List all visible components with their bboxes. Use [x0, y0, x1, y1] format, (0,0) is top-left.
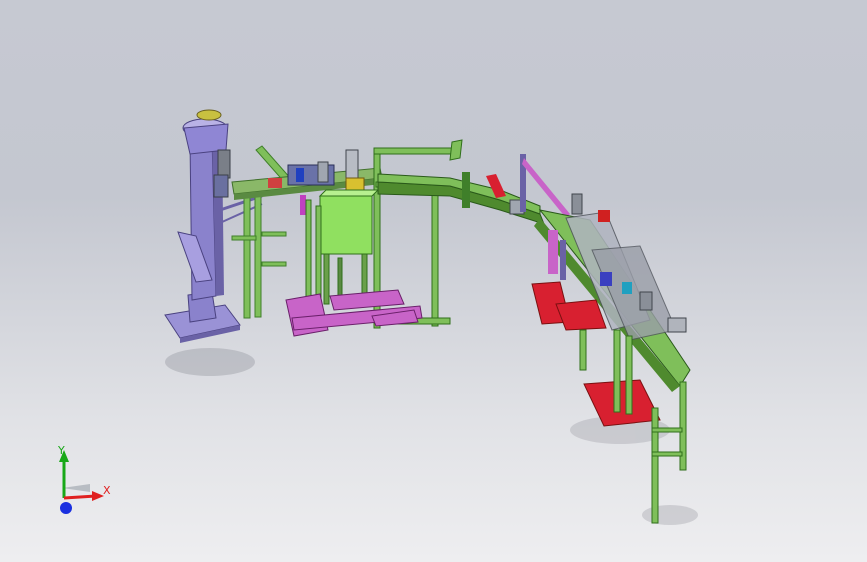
base-plates[interactable]	[285, 289, 423, 337]
z-axis-dot	[60, 502, 72, 514]
x-axis-label: X	[103, 484, 111, 497]
conveyor-arc[interactable]	[377, 154, 570, 225]
stand-frame-left[interactable]	[231, 145, 293, 319]
model-viewport[interactable]: Y X	[0, 0, 867, 562]
y-axis-label: Y	[57, 444, 65, 457]
axis-triad[interactable]: Y X	[48, 440, 118, 520]
x-axis-line	[63, 494, 97, 500]
triad-plane	[62, 484, 90, 492]
assembly-model[interactable]	[0, 0, 867, 562]
